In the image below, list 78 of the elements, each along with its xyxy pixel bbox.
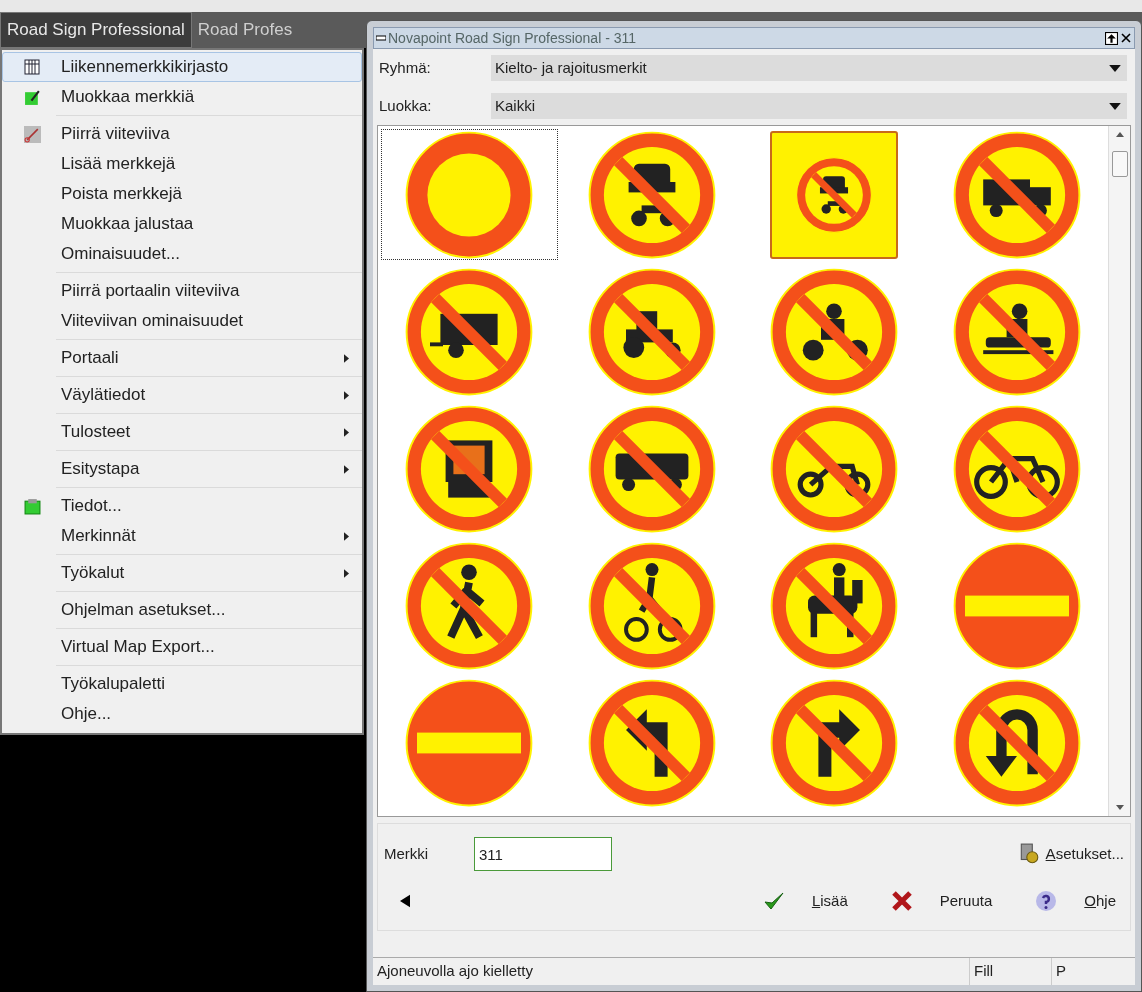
dialog-button[interactable]: Ohje bbox=[1034, 889, 1116, 913]
field-label: Luokka: bbox=[379, 95, 433, 116]
menu-item[interactable]: Väylätiedot bbox=[2, 380, 362, 410]
menu-item[interactable]: Piirrä viiteviiva bbox=[2, 119, 362, 149]
prohibition-sign-icon bbox=[769, 540, 900, 671]
prohibition-sign-icon bbox=[404, 266, 535, 397]
prohibition-sign-icon bbox=[586, 266, 717, 397]
grid-icon bbox=[24, 59, 40, 75]
menu-item[interactable]: Esitystapa bbox=[2, 454, 362, 484]
window-title: Novapoint Road Sign Professional - 311 bbox=[388, 28, 637, 48]
prohibition-sign-icon bbox=[769, 403, 900, 534]
menu-item[interactable]: Lisää merkkejä bbox=[2, 149, 362, 179]
help-icon bbox=[1034, 889, 1059, 913]
menu-item[interactable]: Työkalupaletti bbox=[2, 669, 362, 699]
submenu-arrow-icon bbox=[344, 531, 349, 541]
minimize-icon bbox=[376, 33, 386, 43]
menu-bar-item[interactable]: Road Sign Professional bbox=[0, 12, 192, 48]
prohibition-sign-icon bbox=[951, 129, 1082, 260]
menu-item[interactable]: Merkinnät bbox=[2, 521, 362, 551]
status-text: P bbox=[1051, 958, 1113, 985]
prohibition-sign-icon bbox=[586, 677, 717, 808]
prohibition-sign-icon bbox=[769, 266, 900, 397]
prohibition-sign-icon bbox=[404, 403, 535, 534]
menu-item[interactable]: Viiteviivan ominaisuudet bbox=[2, 306, 362, 336]
close-icon bbox=[889, 889, 914, 913]
settings-button[interactable]: Asetukset... bbox=[1017, 842, 1124, 866]
prohibition-sign-icon bbox=[951, 677, 1082, 808]
menu-item[interactable]: Portaali bbox=[2, 343, 362, 373]
menu-item[interactable]: Ohjelman asetukset... bbox=[2, 595, 362, 625]
prohibition-sign-icon bbox=[586, 403, 717, 534]
scrollbar[interactable] bbox=[1108, 126, 1130, 816]
edit-icon bbox=[23, 88, 41, 106]
sign-tile[interactable] bbox=[381, 129, 558, 260]
submenu-arrow-icon bbox=[344, 353, 349, 363]
submenu-arrow-icon bbox=[344, 464, 349, 474]
prohibition-sign-icon bbox=[404, 540, 535, 671]
submenu-arrow-icon bbox=[344, 568, 349, 578]
scroll-up-icon[interactable] bbox=[1115, 132, 1124, 137]
no-entry-sign-icon bbox=[951, 540, 1082, 671]
dropdown-field[interactable]: Kaikki bbox=[491, 93, 1127, 119]
menu-item[interactable]: Ominaisuudet... bbox=[2, 239, 362, 269]
restriction-sign-icon bbox=[404, 129, 535, 260]
prohibition-sign-icon bbox=[951, 266, 1082, 397]
menu-item[interactable]: Ohje... bbox=[2, 699, 362, 729]
menu-item[interactable]: Piirrä portaalin viiteviiva bbox=[2, 276, 362, 306]
pin-icon[interactable] bbox=[1105, 31, 1118, 45]
menu-item[interactable]: Muokkaa merkkiä bbox=[2, 82, 362, 112]
scroll-thumb[interactable] bbox=[1111, 151, 1128, 177]
prohibition-sign-icon bbox=[586, 129, 717, 260]
status-text: Ajoneuvolla ajo kielletty bbox=[376, 961, 534, 982]
submenu-arrow-icon bbox=[344, 427, 349, 437]
menu-item[interactable]: Tulosteet bbox=[2, 417, 362, 447]
submenu-arrow-icon bbox=[344, 390, 349, 400]
menu-item[interactable]: Liikennemerkkikirjasto bbox=[2, 52, 362, 82]
prohibition-sign-icon bbox=[769, 677, 900, 808]
close-icon[interactable] bbox=[1121, 33, 1131, 43]
menu-item[interactable]: Työkalut bbox=[2, 558, 362, 588]
back-arrow-icon[interactable] bbox=[400, 894, 410, 908]
input-field[interactable]: 311 bbox=[474, 837, 612, 871]
field-label: Merkki bbox=[384, 843, 430, 864]
dropdown-arrow-icon bbox=[1109, 64, 1121, 72]
field-label: Ryhmä: bbox=[379, 57, 432, 78]
no-entry-sign-icon bbox=[404, 677, 535, 808]
dropdown-field[interactable]: Kielto- ja rajoitusmerkit bbox=[491, 55, 1127, 81]
menu-item[interactable]: Virtual Map Export... bbox=[2, 632, 362, 662]
menu-item[interactable]: Muokkaa jalustaa bbox=[2, 209, 362, 239]
prohibition-sign-icon bbox=[586, 540, 717, 671]
status-text: Fill bbox=[969, 958, 1051, 985]
menu-item[interactable]: Tiedot... bbox=[2, 491, 362, 521]
dropdown-arrow-icon bbox=[1109, 102, 1121, 110]
prohibition-sign-icon bbox=[951, 403, 1082, 534]
leader-line-icon bbox=[23, 125, 41, 143]
scroll-down-icon[interactable] bbox=[1115, 805, 1124, 810]
dialog-button[interactable]: Lisää bbox=[761, 889, 848, 913]
menu-bar-item[interactable]: Road Profes bbox=[191, 12, 299, 48]
menu-item[interactable]: Poista merkkejä bbox=[2, 179, 362, 209]
prohibition-sign-icon bbox=[795, 155, 874, 234]
dialog-button[interactable]: Peruuta bbox=[889, 889, 993, 913]
